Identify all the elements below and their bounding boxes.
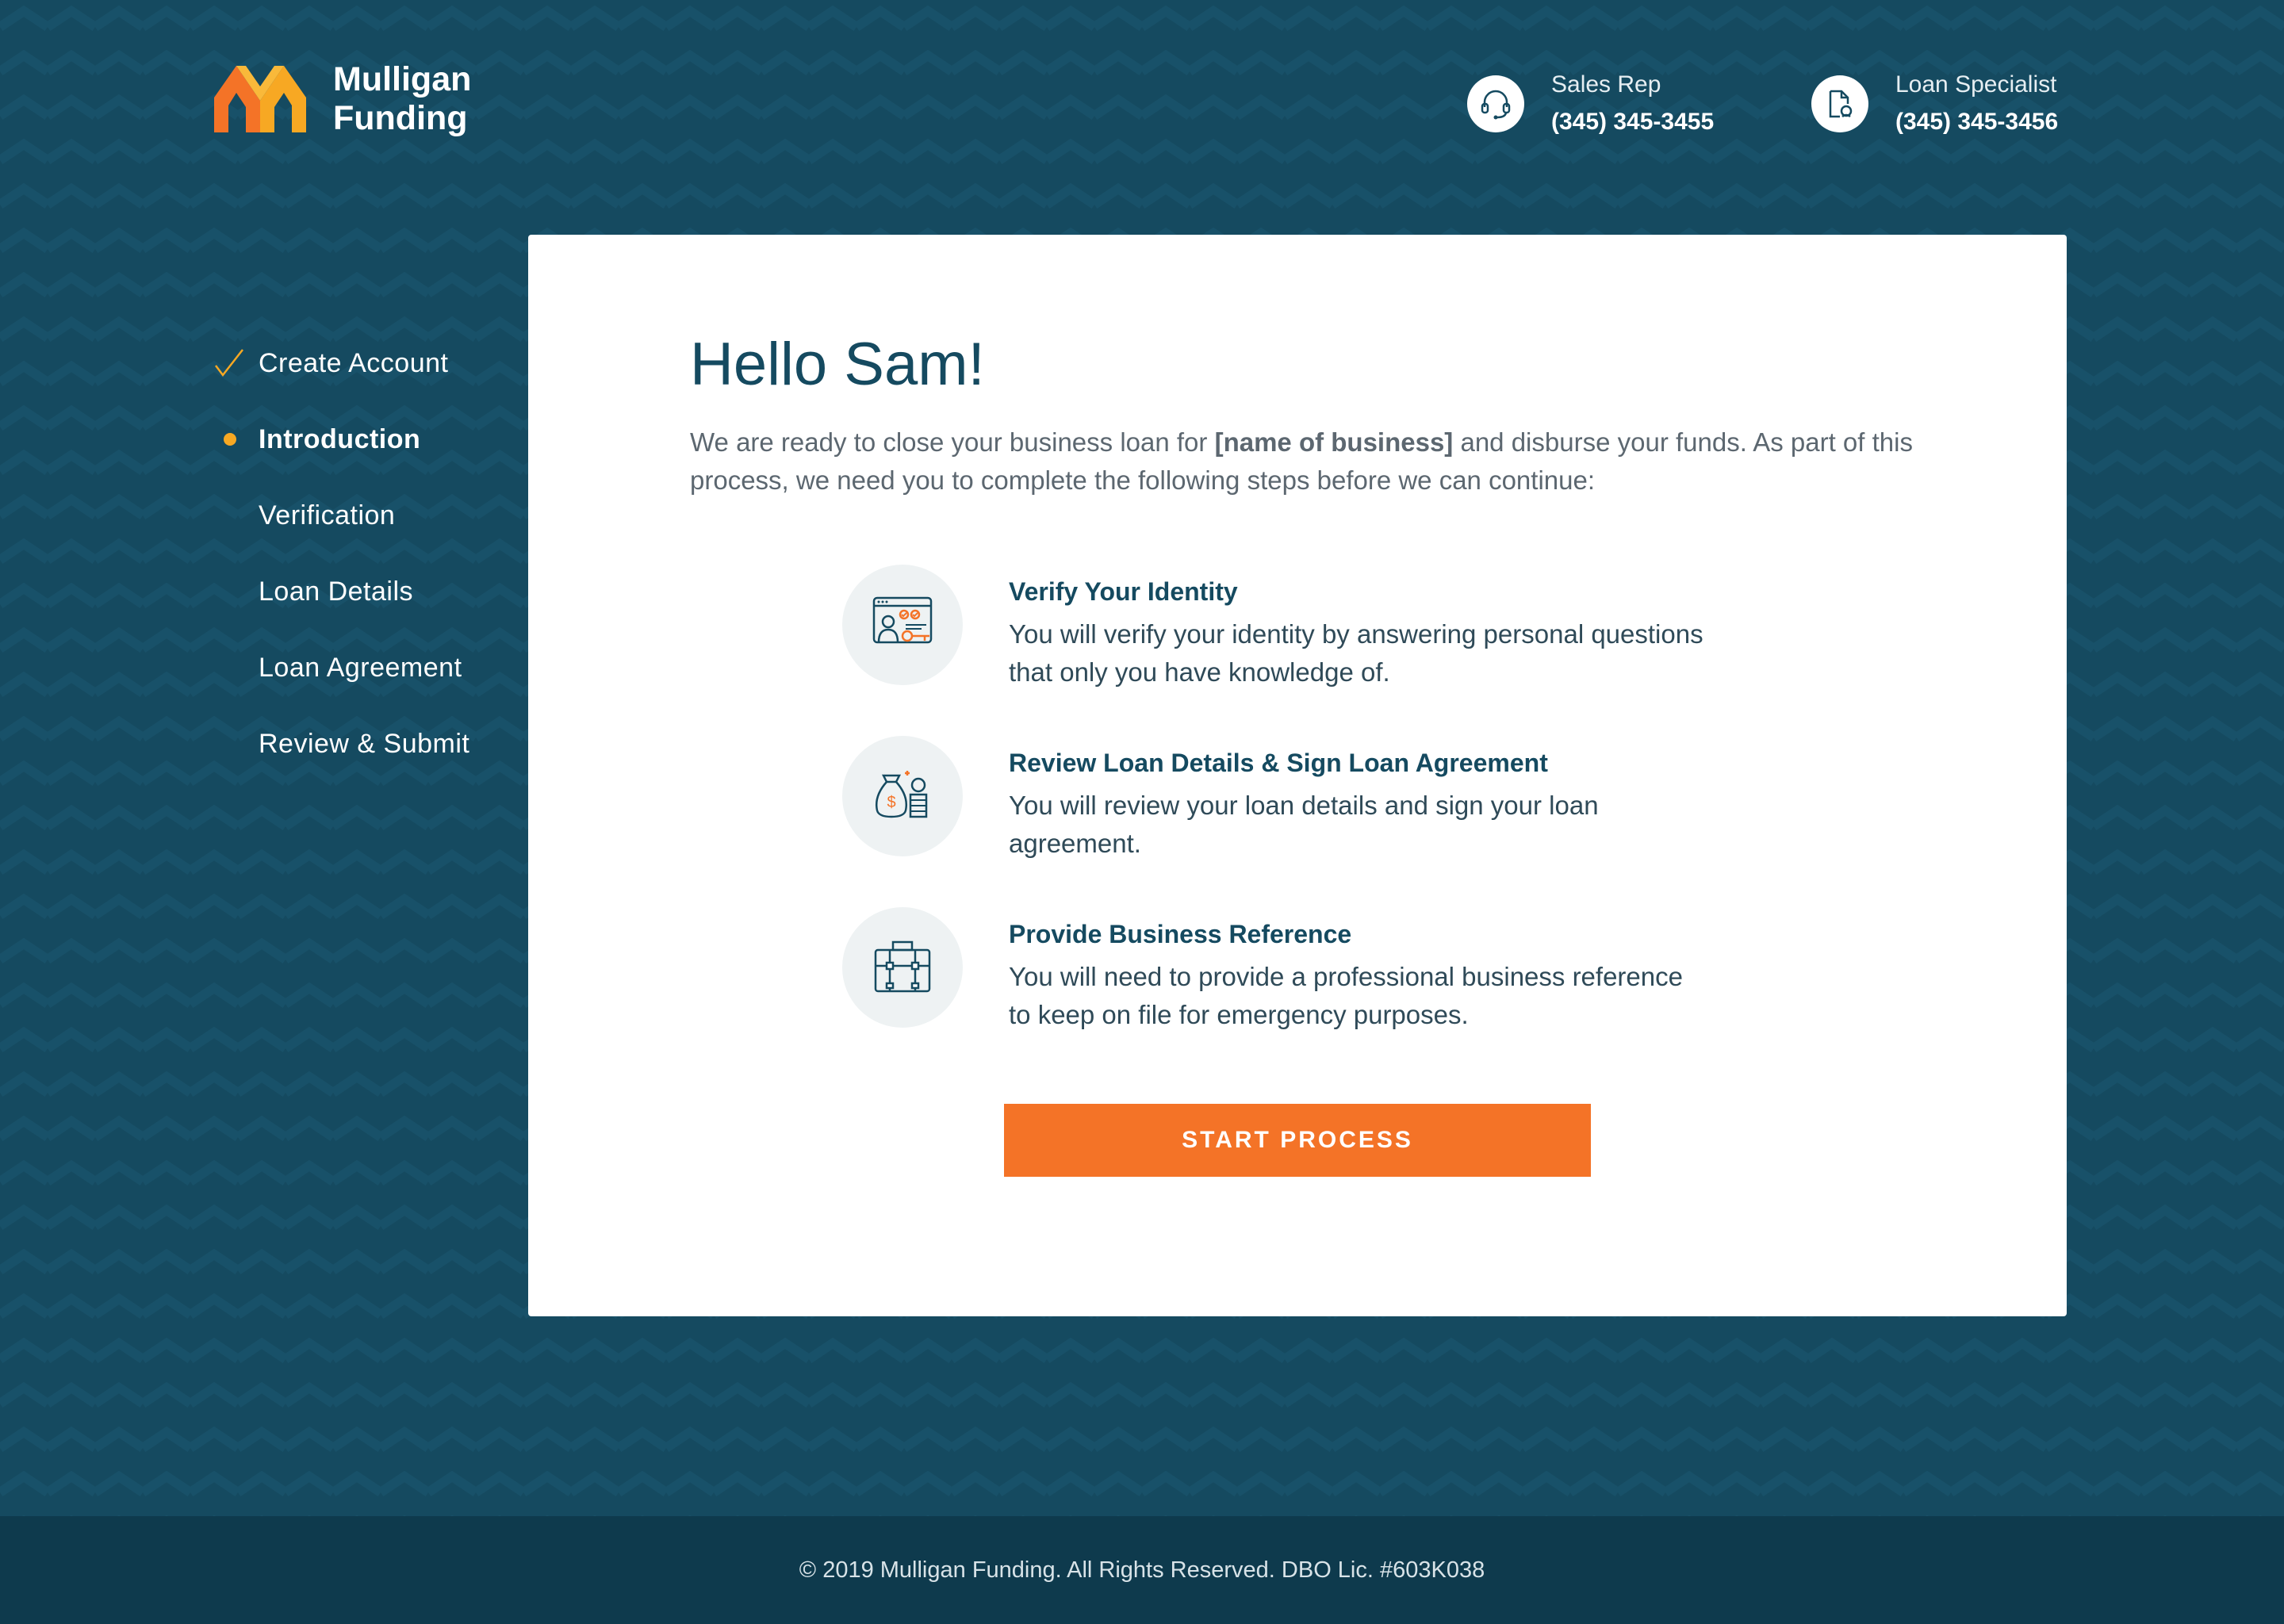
brand-name: Mulligan Funding	[333, 60, 471, 138]
identity-verification-icon	[842, 565, 963, 685]
brand-name-line2: Funding	[333, 99, 468, 137]
copyright-text: © 2019 Mulligan Funding. All Rights Rese…	[799, 1557, 1485, 1583]
loan-specialist-label: Loan Specialist	[1895, 71, 2057, 98]
loan-specialist-phone[interactable]: (345) 345-3456	[1895, 106, 2058, 138]
progress-steps: Create Account Introduction Verification…	[214, 325, 469, 782]
page-title: Hello Sam!	[690, 331, 985, 398]
task-description: You will verify your identity by answeri…	[1009, 619, 1703, 687]
briefcase-icon	[842, 907, 963, 1028]
brand-name-line1: Mulligan	[333, 60, 472, 98]
task-title: Verify Your Identity	[1009, 577, 1238, 606]
sales-rep-phone[interactable]: (345) 345-3455	[1551, 106, 1714, 138]
current-step-dot-icon	[224, 433, 236, 446]
step-introduction[interactable]: Introduction	[214, 401, 469, 477]
business-name-placeholder: [name of business]	[1214, 427, 1454, 457]
step-loan-details[interactable]: Loan Details	[214, 553, 469, 630]
headset-icon	[1467, 75, 1524, 132]
step-verification[interactable]: Verification	[214, 477, 469, 553]
task-verify-identity: Verify Your Identity You will verify you…	[842, 565, 1707, 691]
step-loan-agreement[interactable]: Loan Agreement	[214, 630, 469, 706]
loan-specialist-contact[interactable]: Loan Specialist (345) 345-3456	[1811, 70, 2058, 138]
step-label: Review & Submit	[259, 728, 470, 759]
intro-paragraph: We are ready to close your business loan…	[690, 423, 1927, 500]
sales-rep-contact[interactable]: Sales Rep (345) 345-3455	[1467, 70, 1714, 138]
step-label: Loan Agreement	[259, 652, 462, 683]
intro-text-before: We are ready to close your business loan…	[690, 427, 1215, 457]
task-description: You will review your loan details and si…	[1009, 791, 1599, 858]
step-label: Introduction	[259, 423, 421, 454]
introduction-card: Hello Sam! We are ready to close your bu…	[528, 235, 2067, 1316]
step-label: Verification	[259, 500, 396, 530]
document-search-icon	[1811, 75, 1868, 132]
step-create-account[interactable]: Create Account	[214, 325, 469, 401]
svg-text:$: $	[887, 794, 895, 811]
task-business-reference: Provide Business Reference You will need…	[842, 907, 1707, 1034]
task-review-loan: $ Review Loan Details & Sign Loan Agreem…	[842, 736, 1707, 863]
task-title: Review Loan Details & Sign Loan Agreemen…	[1009, 749, 1548, 777]
step-label: Loan Details	[259, 576, 414, 607]
sales-rep-label: Sales Rep	[1551, 71, 1661, 98]
task-title: Provide Business Reference	[1009, 920, 1352, 948]
money-bag-icon: $	[842, 736, 963, 856]
checkmark-icon	[215, 349, 243, 377]
step-label: Create Account	[259, 347, 449, 378]
task-description: You will need to provide a professional …	[1009, 962, 1683, 1029]
page-footer: © 2019 Mulligan Funding. All Rights Rese…	[0, 1516, 2284, 1624]
start-process-button[interactable]: START PROCESS	[1004, 1104, 1591, 1177]
mulligan-logo-icon	[214, 66, 306, 132]
step-review-submit[interactable]: Review & Submit	[214, 706, 469, 782]
brand-logo[interactable]: Mulligan Funding	[214, 60, 471, 138]
